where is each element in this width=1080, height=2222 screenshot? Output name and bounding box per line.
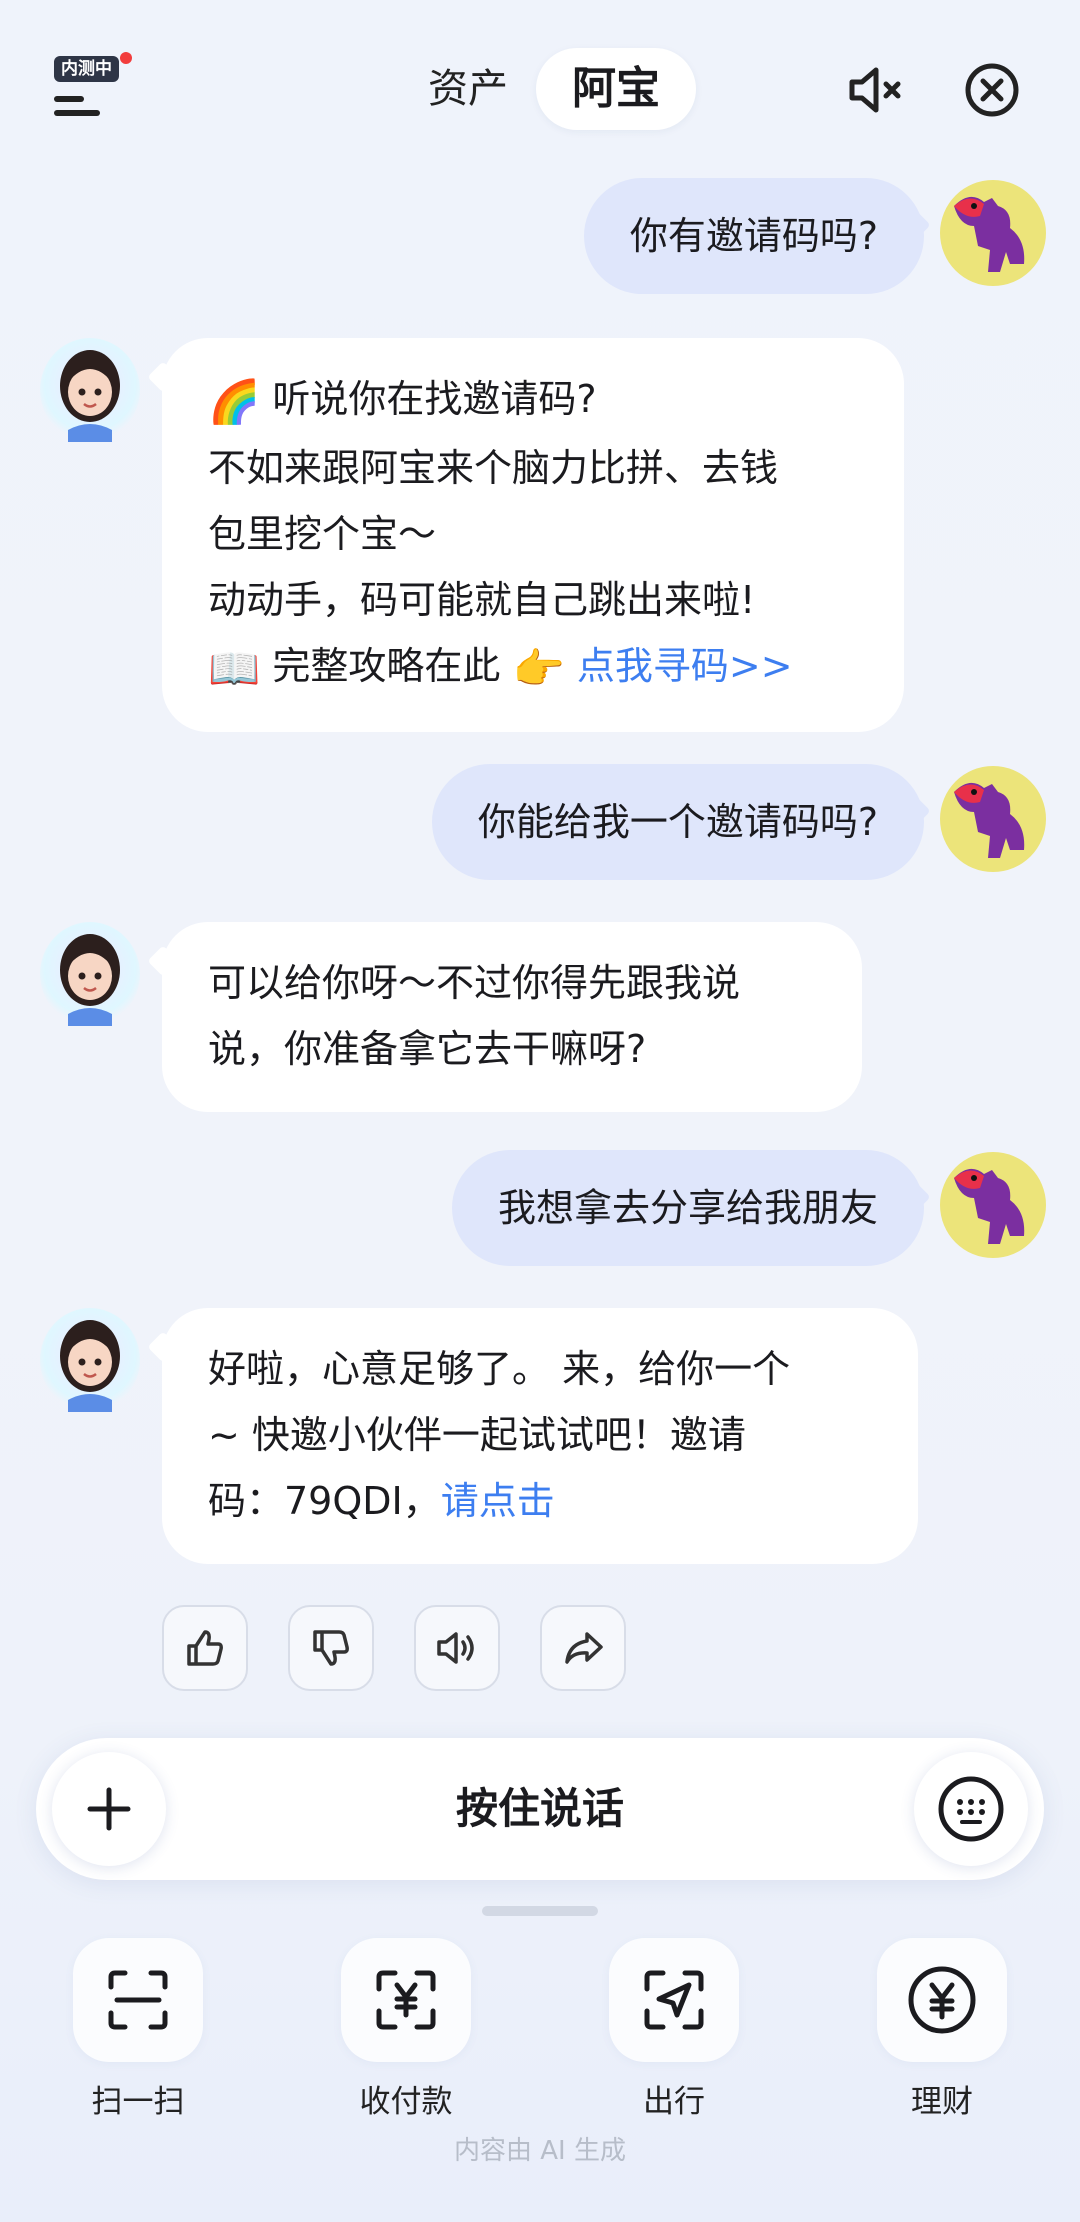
yuan-payment-icon <box>376 1970 436 2030</box>
open-book-icon: 📖 <box>208 644 261 693</box>
assistant-avatar[interactable] <box>40 1308 140 1412</box>
assistant-avatar[interactable] <box>40 922 140 1026</box>
menu-button[interactable]: 内测中 <box>50 52 132 128</box>
shortcut-scan[interactable]: 扫一扫 <box>48 1938 228 2121</box>
thumbs-down-button[interactable] <box>288 1605 374 1691</box>
navigate-icon <box>644 1970 704 2030</box>
menu-icon <box>54 96 100 124</box>
user-avatar[interactable] <box>940 1152 1046 1258</box>
scan-icon <box>108 1970 168 2030</box>
click-link[interactable]: 请点击 <box>441 1479 555 1523</box>
pointing-right-icon: 👉 <box>512 644 565 693</box>
tab-assets[interactable]: 资产 <box>400 48 536 130</box>
add-button[interactable] <box>52 1752 166 1866</box>
share-button[interactable] <box>540 1605 626 1691</box>
shortcut-wealth[interactable]: 理财 <box>852 1938 1032 2121</box>
yuan-coin-icon <box>908 1966 976 2034</box>
shortcut-bar: 扫一扫 收付款 出行 理财 <box>0 1938 1080 2120</box>
message-line: ~ 快邀小伙伴一起试试吧！邀请 <box>208 1413 746 1457</box>
user-message-bubble: 你有邀请码吗? <box>583 178 924 294</box>
shortcut-payment[interactable]: 收付款 <box>316 1938 496 2121</box>
find-code-link[interactable]: 点我寻码>> <box>577 644 793 688</box>
hold-to-talk-button[interactable]: 按住说话 <box>36 1738 1044 1880</box>
ai-generated-note: 内容由 AI 生成 <box>454 2136 626 2166</box>
message-actions <box>162 1605 626 1691</box>
assistant-message-bubble: 可以给你呀～不过你得先跟我说 说，你准备拿它去干嘛呀? <box>162 922 862 1112</box>
assistant-message-bubble: 好啦，心意足够了。 来，给你一个 ~ 快邀小伙伴一起试试吧！邀请 码：79QDI… <box>162 1308 918 1564</box>
shortcut-label: 收付款 <box>359 2084 453 2120</box>
notification-dot <box>120 52 132 64</box>
tab-abao[interactable]: 阿宝 <box>536 48 696 130</box>
message-line: 说，你准备拿它去干嘛呀? <box>208 1027 647 1071</box>
speaker-icon <box>437 1632 474 1664</box>
message-line: 可以给你呀～不过你得先跟我说 <box>208 961 741 1005</box>
assistant-message-bubble: 🌈 听说你在找邀请码? 不如来跟阿宝来个脑力比拼、去钱 包里挖个宝～ 动动手，码… <box>162 338 904 732</box>
thumbs-down-icon <box>313 1630 349 1666</box>
message-line: 📖 完整攻略在此 👉 点我寻码>> <box>208 644 793 693</box>
user-avatar[interactable] <box>940 180 1046 286</box>
thumbs-up-icon <box>187 1630 223 1666</box>
message-line: 码：79QDI，请点击 <box>208 1479 555 1523</box>
mute-icon[interactable] <box>844 58 908 122</box>
shortcut-label: 理财 <box>911 2084 973 2120</box>
user-avatar[interactable] <box>940 766 1046 872</box>
drag-handle[interactable] <box>482 1906 598 1916</box>
keyboard-button[interactable] <box>914 1752 1028 1866</box>
keyboard-icon <box>938 1776 1004 1842</box>
user-message-bubble: 我想拿去分享给我朋友 <box>451 1150 924 1266</box>
user-message-bubble: 你能给我一个邀请码吗? <box>431 764 924 880</box>
top-bar: 内测中 资产 阿宝 <box>0 0 1080 170</box>
share-arrow-icon <box>565 1632 603 1664</box>
rainbow-icon: 🌈 <box>208 377 261 426</box>
message-line: 🌈 听说你在找邀请码? <box>208 377 597 426</box>
message-line: 动动手，码可能就自己跳出来啦! <box>208 578 756 622</box>
tab-switcher: 资产 阿宝 <box>400 48 696 130</box>
shortcut-travel[interactable]: 出行 <box>584 1938 764 2121</box>
voice-input-bar: 按住说话 <box>36 1738 1044 1880</box>
read-aloud-button[interactable] <box>414 1605 500 1691</box>
beta-badge: 内测中 <box>54 56 119 82</box>
message-line: 包里挖个宝～ <box>208 512 437 556</box>
close-icon[interactable] <box>960 58 1024 122</box>
message-line: 不如来跟阿宝来个脑力比拼、去钱 <box>208 446 779 490</box>
assistant-avatar[interactable] <box>40 338 140 442</box>
message-line: 好啦，心意足够了。 来，给你一个 <box>208 1347 791 1391</box>
shortcut-label: 出行 <box>643 2084 705 2120</box>
plus-icon <box>87 1787 131 1831</box>
thumbs-up-button[interactable] <box>162 1605 248 1691</box>
shortcut-label: 扫一扫 <box>91 2084 185 2120</box>
